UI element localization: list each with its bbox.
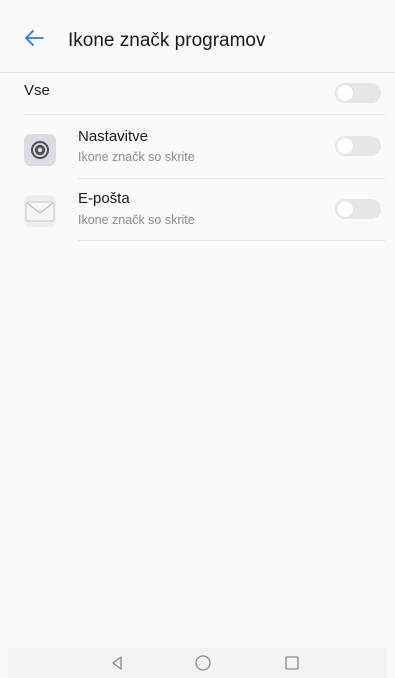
app-subtitle: Ikone značk so skrite	[78, 213, 195, 227]
toggle-knob	[337, 85, 353, 101]
all-apps-label: Vse	[24, 82, 50, 99]
nav-recents-button[interactable]	[283, 654, 301, 672]
back-button[interactable]	[22, 26, 46, 50]
all-apps-toggle[interactable]	[335, 83, 381, 103]
row-divider	[24, 114, 385, 115]
toggle-knob	[337, 201, 353, 217]
app-name: E-pošta	[78, 190, 130, 207]
all-apps-row[interactable]: Vse	[0, 73, 395, 114]
nav-back-button[interactable]	[108, 654, 126, 672]
arrow-left-icon	[25, 30, 44, 46]
back-triangle-icon	[112, 656, 122, 670]
nav-home-button[interactable]	[194, 654, 212, 672]
email-badge-toggle[interactable]	[335, 199, 381, 219]
system-nav-bar	[8, 648, 387, 678]
settings-badge-toggle[interactable]	[335, 136, 381, 156]
app-row-settings[interactable]: Nastavitve Ikone značk so skrite	[0, 116, 395, 178]
app-bar: Ikone značk programov	[0, 0, 395, 74]
email-app-icon	[24, 195, 56, 227]
home-circle-icon	[195, 655, 211, 671]
page-title: Ikone značk programov	[68, 30, 266, 51]
row-divider	[78, 240, 385, 241]
toggle-knob	[337, 138, 353, 154]
app-row-email[interactable]: E-pošta Ikone značk so skrite	[0, 179, 395, 241]
app-name: Nastavitve	[78, 128, 149, 145]
recents-square-icon	[285, 656, 299, 670]
app-subtitle: Ikone značk so skrite	[78, 150, 195, 164]
settings-app-icon	[24, 134, 56, 166]
